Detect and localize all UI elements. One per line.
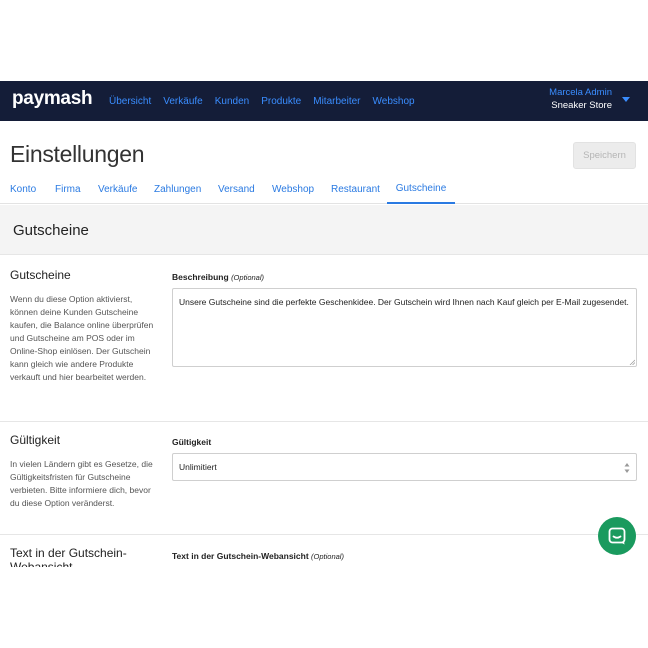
nav-item-uebersicht[interactable]: Übersicht (109, 96, 151, 107)
optional-hint: (Optional) (231, 273, 264, 282)
beschreibung-label-text: Beschreibung (172, 272, 229, 282)
gutscheine-description: Wenn du diese Option aktivierst, können … (10, 294, 154, 382)
tab-versand[interactable]: Versand (218, 174, 255, 204)
webansicht-title: Text in der Gutschein-Webansicht (10, 546, 127, 567)
beschreibung-value: Unsere Gutscheine sind die perfekte Gesc… (179, 297, 629, 307)
nav-item-produkte[interactable]: Produkte (261, 96, 301, 107)
main-nav: Übersicht Verkäufe Kunden Produkte Mitar… (109, 81, 427, 121)
webansicht-label-text: Text in der Gutschein-Webansicht (172, 551, 309, 561)
settings-tabs: Konto Firma Verkäufe Zahlungen Versand W… (0, 174, 648, 204)
gueltigkeit-select[interactable]: Unlimitiert (172, 453, 637, 481)
top-navigation: paymash Übersicht Verkäufe Kunden Produk… (0, 81, 648, 121)
resize-handle-icon[interactable] (629, 359, 635, 365)
webansicht-label: Text in der Gutschein-Webansicht (Option… (172, 551, 344, 561)
page-title: Einstellungen (10, 141, 145, 167)
tab-gutscheine[interactable]: Gutscheine (387, 174, 455, 204)
optional-hint: (Optional) (311, 552, 344, 561)
tab-restaurant[interactable]: Restaurant (331, 174, 380, 204)
tab-konto[interactable]: Konto (10, 174, 36, 204)
tab-firma[interactable]: Firma (55, 174, 81, 204)
user-menu[interactable]: Marcela Admin Sneaker Store (549, 87, 612, 113)
chevron-down-icon[interactable] (622, 97, 630, 102)
divider (0, 421, 648, 422)
user-name: Marcela Admin (549, 87, 612, 98)
section-header: Gutscheine (0, 205, 648, 255)
chat-icon (608, 527, 626, 545)
gutscheine-title: Gutscheine (10, 268, 71, 282)
nav-item-kunden[interactable]: Kunden (215, 96, 249, 107)
gueltigkeit-label: Gültigkeit (172, 437, 212, 447)
beschreibung-textarea[interactable]: Unsere Gutscheine sind die perfekte Gesc… (172, 288, 637, 367)
tab-webshop[interactable]: Webshop (272, 174, 314, 204)
select-arrows-icon (624, 463, 630, 473)
gueltigkeit-select-value: Unlimitiert (179, 462, 217, 472)
paymash-logo[interactable]: paymash (12, 88, 93, 110)
webansicht-block: Text in der Gutschein-Webansicht Text in… (0, 538, 648, 567)
gueltigkeit-description: In vielen Ländern gibt es Gesetze, die G… (10, 459, 153, 508)
chat-button[interactable] (598, 517, 636, 555)
gueltigkeit-title: Gültigkeit (10, 433, 61, 447)
nav-item-webshop[interactable]: Webshop (373, 96, 415, 107)
save-button[interactable]: Speichern (573, 142, 636, 169)
nav-item-mitarbeiter[interactable]: Mitarbeiter (313, 96, 360, 107)
nav-item-verkaeufe[interactable]: Verkäufe (163, 96, 202, 107)
beschreibung-label: Beschreibung (Optional) (172, 272, 264, 282)
divider (0, 534, 648, 535)
tab-verkaeufe[interactable]: Verkäufe (98, 174, 137, 204)
tab-zahlungen[interactable]: Zahlungen (154, 174, 201, 204)
store-name: Sneaker Store (551, 100, 612, 111)
section-title: Gutscheine (13, 222, 89, 239)
